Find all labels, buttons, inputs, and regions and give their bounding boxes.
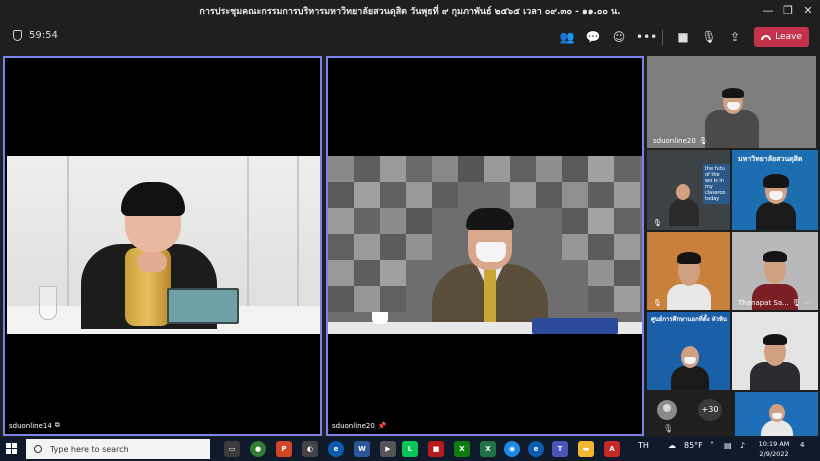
meeting-timer: 59:54 [13, 30, 58, 41]
huahin-banner: ศูนย์การศึกษานอกที่ตั้ง หัวหิน [651, 316, 728, 323]
minimize-icon[interactable]: — [760, 3, 776, 19]
leave-label: Leave [775, 32, 802, 42]
toolbar-divider [662, 30, 663, 46]
language-indicator[interactable]: TH [638, 441, 649, 450]
more-participants-button[interactable]: +30 [698, 399, 722, 421]
camera-icon[interactable]: ■ [674, 28, 692, 46]
microphone-muted-icon: 🎙 [653, 219, 662, 227]
taskbar-search-box[interactable]: Type here to search [26, 439, 210, 459]
timer-text: 59:54 [29, 30, 58, 41]
network-icon[interactable]: ▤ [724, 441, 732, 450]
search-icon [34, 445, 42, 453]
participant-name-label: sduonline14 ⧉ [9, 421, 60, 430]
video-tile-sduonline14[interactable]: sduonline14 ⧉ [3, 56, 322, 436]
share-screen-icon[interactable]: ⇪ [726, 28, 744, 46]
participant-video [328, 156, 642, 334]
windows-taskbar: Type here to search ▭ ● P ◐ e W ▶ L ■ X … [0, 437, 820, 461]
system-clock[interactable]: 10:19 AM 2/9/2022 [758, 439, 790, 459]
screen-share-icon: ⧉ [54, 421, 60, 429]
maximize-icon[interactable]: ❐ [780, 3, 796, 19]
video-tile-classroom[interactable]: the futu of the wo is in my classroo tod… [647, 150, 730, 230]
powerpoint-icon[interactable]: P [276, 441, 292, 457]
participant-name-label: Thanapat Sa... 🎙 ⋯ [738, 299, 811, 307]
media-icon[interactable]: ▶ [380, 441, 396, 457]
video-tile-sduonline20-side[interactable]: sduonline20 🎙 [647, 56, 816, 148]
classroom-sign: the futu of the wo is in my classroo tod… [703, 164, 730, 204]
chrome-icon[interactable]: ● [250, 441, 266, 457]
teams-icon[interactable]: T [552, 441, 568, 457]
weather-icon[interactable]: ☁ [668, 441, 676, 450]
phone-icon [761, 34, 772, 40]
word-icon[interactable]: W [354, 441, 370, 457]
video-tile-huahin[interactable]: ศูนย์การศึกษานอกที่ตั้ง หัวหิน [647, 312, 730, 390]
video-tile-bottom[interactable] [735, 392, 818, 436]
video-tile-man-dark[interactable] [732, 312, 818, 390]
video-tile-thanapat[interactable]: Thanapat Sa... 🎙 ⋯ [732, 232, 818, 310]
browser-icon[interactable]: ◉ [504, 441, 520, 457]
window-title: การประชุมคณะกรรมการบริหารมหาวิทยาลัยสวนด… [199, 7, 621, 17]
video-tile-man-orange[interactable]: 🎙 [647, 232, 730, 310]
volume-icon[interactable]: ♪ [740, 441, 745, 450]
university-banner: มหาวิทยาลัยสวนดุสิต [738, 155, 803, 163]
microphone-muted-icon[interactable]: 🎙 [700, 28, 718, 46]
windows-start-icon[interactable] [6, 443, 18, 455]
notification-icon[interactable]: 4 [800, 441, 804, 449]
reactions-icon[interactable]: ☺ [610, 28, 628, 46]
search-placeholder: Type here to search [50, 444, 129, 454]
shield-icon [13, 30, 22, 41]
notification-count: 4 [800, 441, 805, 449]
more-options-icon[interactable]: ••• [636, 28, 657, 46]
task-view-icon[interactable]: ▭ [224, 441, 240, 457]
participants-icon[interactable]: 👥 [558, 28, 576, 46]
app-red-icon[interactable]: ■ [428, 441, 444, 457]
microphone-muted-icon: 🎙 [698, 137, 708, 145]
pdf-icon[interactable]: A [604, 441, 620, 457]
file-explorer-icon[interactable]: ▬ [578, 441, 594, 457]
weather-temperature[interactable]: 85°F [684, 441, 703, 450]
app-icon[interactable]: ◐ [302, 441, 318, 457]
microphone-muted-icon: 🎙 [663, 424, 674, 433]
participant-name-label: sduonline20 🎙 [653, 137, 708, 145]
microphone-muted-icon: 🎙 [791, 299, 801, 307]
leave-button[interactable]: Leave [754, 27, 809, 47]
close-icon[interactable]: ✕ [800, 3, 816, 19]
edge-icon[interactable]: e [328, 441, 344, 457]
video-tile-sduonline20[interactable]: sduonline20 📌 [326, 56, 644, 436]
chat-icon[interactable]: 💬 [584, 28, 602, 46]
edge-alt-icon[interactable]: e [528, 441, 544, 457]
meeting-toolbar: 59:54 👥 💬 ☺ ••• ■ 🎙 ⇪ Leave [0, 22, 820, 52]
line-icon[interactable]: L [402, 441, 418, 457]
participant-video [7, 156, 320, 334]
teams-meeting-window: การประชุมคณะกรรมการบริหารมหาวิทยาลัยสวนด… [0, 0, 820, 461]
clock-time: 10:19 AM [758, 440, 790, 448]
tray-chevron-icon[interactable]: ˄ [710, 441, 714, 450]
microphone-muted-icon: 🎙 [653, 299, 662, 307]
more-options-icon[interactable]: ⋯ [804, 299, 811, 307]
title-bar: การประชุมคณะกรรมการบริหารมหาวิทยาลัยสวนด… [0, 0, 820, 22]
clock-date: 2/9/2022 [759, 450, 789, 458]
pin-icon: 📌 [377, 422, 387, 430]
excel-icon[interactable]: X [480, 441, 496, 457]
video-tile-woman-masked[interactable]: มหาวิทยาลัยสวนดุสิต [732, 150, 818, 230]
xbox-icon[interactable]: X [454, 441, 470, 457]
participant-avatar[interactable] [657, 400, 677, 420]
participant-name-label: sduonline20 📌 [332, 422, 387, 430]
